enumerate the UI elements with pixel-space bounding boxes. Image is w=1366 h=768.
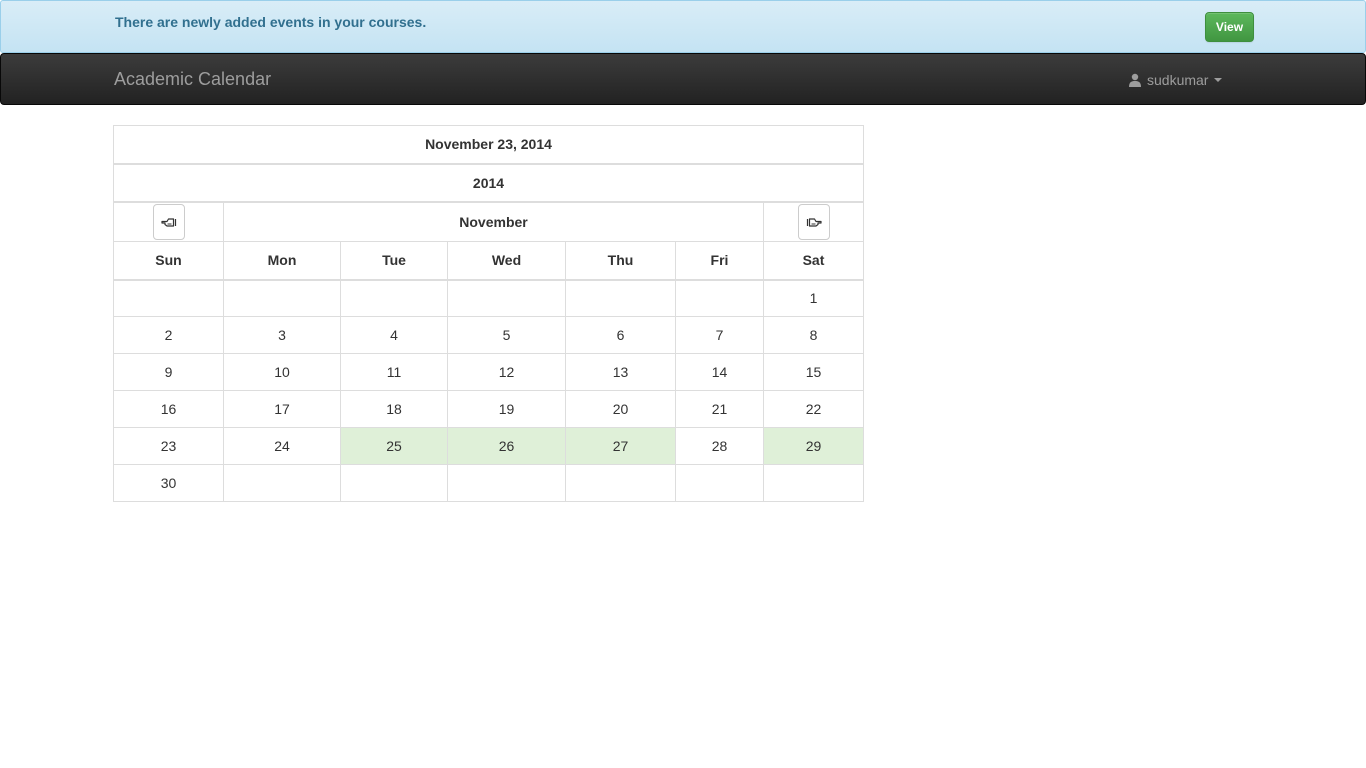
calendar-empty-cell (565, 464, 676, 502)
calendar-day-cell[interactable]: 29 (763, 427, 864, 465)
alert-message: There are newly added events in your cou… (115, 14, 427, 30)
calendar-day-cell[interactable]: 12 (447, 353, 566, 391)
calendar-empty-cell (675, 464, 764, 502)
top-navbar: Academic Calendar sudkumar (0, 53, 1366, 105)
calendar-day-cell[interactable]: 18 (340, 390, 448, 428)
calendar-empty-cell (447, 279, 566, 317)
user-dropdown[interactable]: sudkumar (1128, 70, 1223, 90)
calendar-week-row: 16 17 18 19 20 21 22 (113, 390, 864, 428)
calendar-empty-cell (223, 464, 341, 502)
weekday-header: Sun (113, 241, 224, 281)
next-month-button[interactable] (797, 203, 830, 240)
calendar-day-cell[interactable]: 24 (223, 427, 341, 465)
navbar-brand[interactable]: Academic Calendar (114, 69, 271, 90)
calendar-day-cell[interactable]: 19 (447, 390, 566, 428)
selected-date-heading: November 23, 2014 (113, 125, 864, 165)
calendar-day-cell[interactable]: 6 (565, 316, 676, 354)
calendar-week-row: 23 24 25 26 27 28 29 (113, 427, 864, 465)
calendar-day-cell[interactable]: 13 (565, 353, 676, 391)
calendar-day-cell[interactable]: 17 (223, 390, 341, 428)
calendar-day-cell[interactable]: 27 (565, 427, 676, 465)
weekday-header: Mon (223, 241, 341, 281)
user-icon (1129, 73, 1141, 87)
calendar-table: November 23, 2014 2014 November Sun Mon … (113, 125, 864, 502)
calendar-day-cell[interactable]: 1 (763, 279, 864, 317)
prev-month-button[interactable] (152, 203, 185, 240)
prev-month-cell (113, 201, 224, 242)
calendar-day-cell[interactable]: 26 (447, 427, 566, 465)
calendar-day-cell[interactable]: 14 (675, 353, 764, 391)
month-heading: November (223, 201, 764, 242)
calendar-empty-cell (565, 279, 676, 317)
calendar-day-cell[interactable]: 20 (565, 390, 676, 428)
calendar-day-cell[interactable]: 9 (113, 353, 224, 391)
calendar-day-cell[interactable]: 15 (763, 353, 864, 391)
calendar-empty-cell (340, 464, 448, 502)
calendar-week-row: 30 (113, 464, 864, 502)
calendar-day-cell[interactable]: 28 (675, 427, 764, 465)
calendar-day-cell[interactable]: 4 (340, 316, 448, 354)
username-label: sudkumar (1147, 72, 1209, 88)
calendar-day-cell[interactable]: 10 (223, 353, 341, 391)
hand-right-icon (806, 218, 822, 227)
calendar-empty-cell (340, 279, 448, 317)
calendar-day-cell[interactable]: 8 (763, 316, 864, 354)
calendar-empty-cell (113, 279, 224, 317)
calendar-day-cell[interactable]: 11 (340, 353, 448, 391)
weekday-header: Wed (447, 241, 566, 281)
calendar-day-cell[interactable]: 22 (763, 390, 864, 428)
calendar-empty-cell (763, 464, 864, 502)
calendar-day-cell[interactable]: 30 (113, 464, 224, 502)
calendar-week-row: 9 10 11 12 13 14 15 (113, 353, 864, 391)
weekday-header: Sat (763, 241, 864, 281)
new-events-alert: There are newly added events in your cou… (0, 0, 1366, 53)
year-heading: 2014 (113, 163, 864, 203)
calendar-week-row: 1 (113, 279, 864, 317)
calendar-empty-cell (223, 279, 341, 317)
hand-left-icon (160, 218, 176, 227)
calendar-day-cell[interactable]: 7 (675, 316, 764, 354)
calendar-empty-cell (675, 279, 764, 317)
next-month-cell (763, 201, 864, 242)
calendar-empty-cell (447, 464, 566, 502)
calendar-weeks: 1 2 3 4 5 6 7 8 9 10 11 12 13 14 15 16 17 18 19 20 21 22 23 24 2… (113, 279, 864, 502)
calendar-week-row: 2345678 (113, 316, 864, 354)
calendar-day-cell[interactable]: 2 (113, 316, 224, 354)
calendar-day-cell[interactable]: 5 (447, 316, 566, 354)
calendar-day-cell[interactable]: 25 (340, 427, 448, 465)
weekday-header: Thu (565, 241, 676, 281)
calendar-day-cell[interactable]: 3 (223, 316, 341, 354)
calendar-day-cell[interactable]: 23 (113, 427, 224, 465)
weekday-header: Fri (675, 241, 764, 281)
calendar-day-cell[interactable]: 21 (675, 390, 764, 428)
chevron-down-icon (1214, 78, 1223, 82)
calendar-day-cell[interactable]: 16 (113, 390, 224, 428)
view-events-button[interactable]: View (1205, 12, 1254, 42)
weekday-header: Tue (340, 241, 448, 281)
